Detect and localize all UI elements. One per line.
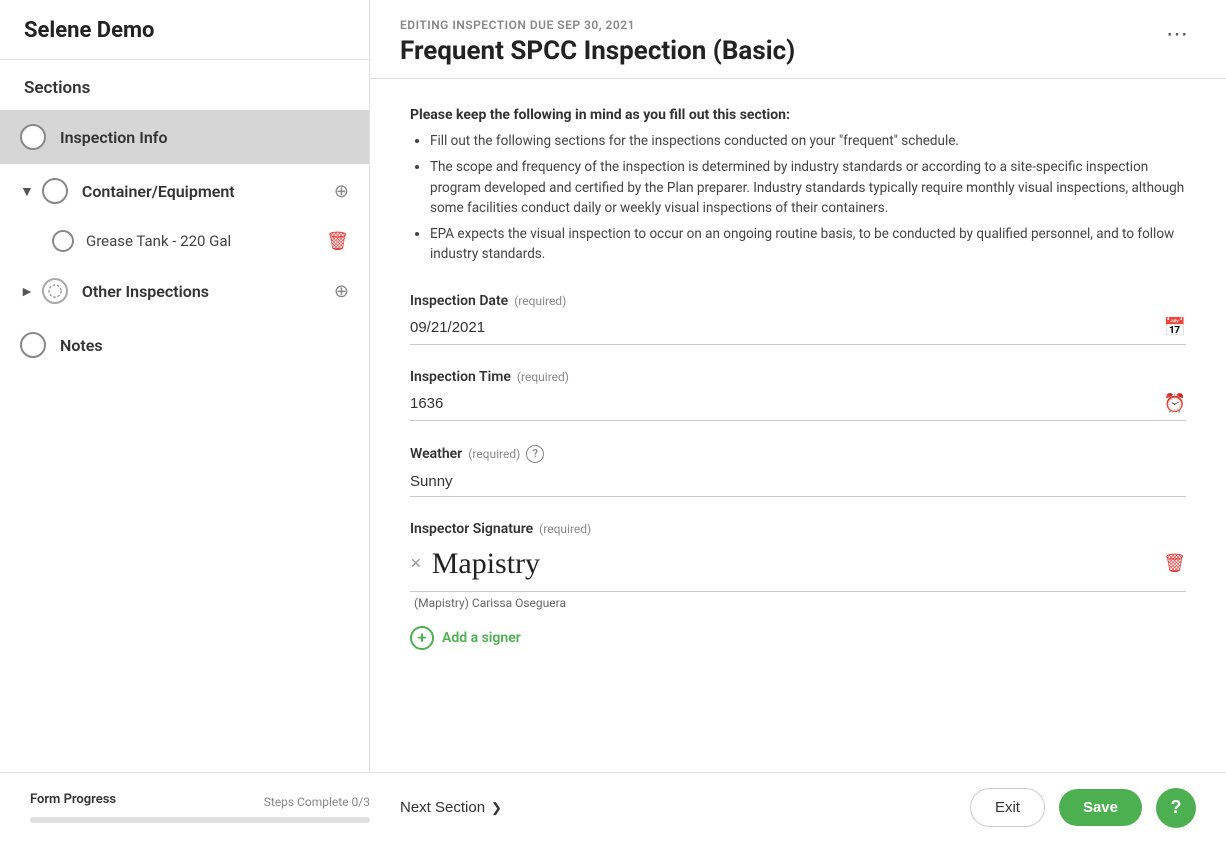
weather-input[interactable] (410, 469, 1186, 497)
instructions-list: Fill out the following sections for the … (410, 131, 1186, 265)
footer: Form Progress Steps Complete 0/3 Next Se… (0, 772, 1226, 842)
instructions-bold: Please keep the following in mind as you… (410, 107, 1186, 123)
sidebar-subitem-grease-tank[interactable]: Grease Tank - 220 Gal 🗑 (0, 218, 369, 264)
add-container-icon[interactable]: ⊕ (334, 181, 349, 202)
check-icon (48, 284, 62, 298)
instruction-item-1: Fill out the following sections for the … (430, 131, 1186, 151)
sidebar-item-inspection-info[interactable]: Inspection Info (0, 110, 369, 164)
weather-help-icon[interactable]: ? (526, 445, 544, 463)
footer-left: Form Progress Steps Complete 0/3 (30, 792, 400, 823)
save-button[interactable]: Save (1059, 789, 1142, 826)
sidebar-label-grease-tank: Grease Tank - 220 Gal (86, 232, 326, 250)
instruction-item-3: EPA expects the visual inspection to occ… (430, 224, 1186, 265)
sections-label: Sections (0, 60, 369, 110)
sidebar-circle-grease-tank (52, 230, 74, 252)
inspection-date-input[interactable] (410, 315, 1164, 340)
instructions-box: Please keep the following in mind as you… (410, 107, 1186, 265)
inspection-date-field: Inspection Date (required) 📅 (410, 293, 1186, 345)
inspector-signature-required: (required) (539, 522, 591, 536)
page-title: Frequent SPCC Inspection (Basic) (400, 36, 795, 66)
inspection-time-input-wrap: ⏰ (410, 391, 1186, 421)
inspection-date-required: (required) (514, 294, 566, 308)
inspection-time-required: (required) (517, 370, 569, 384)
chevron-right-icon: ► (20, 283, 34, 300)
signature-row: ✕ Mapistry 🗑 (410, 543, 1186, 592)
progress-bar (30, 817, 370, 823)
sidebar-circle-container (42, 178, 68, 204)
signature-image: Mapistry (432, 543, 1163, 585)
chevron-down-icon: ▼ (20, 183, 34, 200)
editing-label: EDITING INSPECTION DUE SEP 30, 2021 (400, 18, 795, 32)
content-area: Please keep the following in mind as you… (370, 79, 1226, 772)
more-options-button[interactable]: ⋯ (1158, 18, 1196, 51)
weather-required: (required) (468, 447, 520, 461)
sidebar-item-container-equipment[interactable]: ▼ Container/Equipment ⊕ (0, 164, 369, 218)
exit-button[interactable]: Exit (970, 788, 1045, 827)
clock-icon[interactable]: ⏰ (1164, 393, 1186, 414)
calendar-icon[interactable]: 📅 (1164, 317, 1186, 338)
inspector-signature-label: Inspector Signature (required) (410, 521, 1186, 537)
next-section-label: Next Section (400, 799, 485, 816)
next-section-button[interactable]: Next Section ❯ (400, 799, 502, 816)
footer-actions: Exit Save ? (970, 788, 1196, 828)
sidebar-circle-notes (20, 332, 46, 358)
signature-x-mark: ✕ (410, 556, 422, 572)
add-other-icon[interactable]: ⊕ (334, 281, 349, 302)
sidebar-circle-inspection-info (20, 124, 46, 150)
instruction-item-2: The scope and frequency of the inspectio… (430, 157, 1186, 218)
form-progress-label: Form Progress (30, 792, 116, 807)
add-signer-plus-icon: + (410, 626, 434, 650)
inspection-date-label: Inspection Date (required) (410, 293, 1186, 309)
weather-field: Weather (required) ? (410, 445, 1186, 497)
steps-complete-label: Steps Complete 0/3 (264, 795, 370, 809)
header: EDITING INSPECTION DUE SEP 30, 2021 Freq… (370, 0, 1226, 79)
sidebar-label-notes: Notes (60, 336, 349, 355)
inspection-time-label: Inspection Time (required) (410, 369, 1186, 385)
weather-label: Weather (required) ? (410, 445, 1186, 463)
help-button[interactable]: ? (1156, 788, 1196, 828)
inspection-date-input-wrap: 📅 (410, 315, 1186, 345)
progress-bar-fill (30, 817, 98, 823)
inspection-time-field: Inspection Time (required) ⏰ (410, 369, 1186, 421)
sidebar-label-container: Container/Equipment (82, 182, 334, 201)
app-title: Selene Demo (0, 0, 369, 60)
sidebar-label-other: Other Inspections (82, 282, 334, 301)
inspector-signature-field: Inspector Signature (required) ✕ Mapistr… (410, 521, 1186, 650)
footer-right: Next Section ❯ Exit Save ? (400, 788, 1196, 828)
sidebar-item-notes[interactable]: Notes (0, 318, 369, 372)
add-signer-button[interactable]: + Add a signer (410, 626, 1186, 650)
sidebar-label-inspection-info: Inspection Info (60, 128, 349, 147)
sidebar-circle-other (42, 278, 68, 304)
delete-signature-icon[interactable]: 🗑 (1163, 553, 1186, 574)
chevron-right-icon: ❯ (491, 800, 502, 816)
sidebar-item-other-inspections[interactable]: ► Other Inspections ⊕ (0, 264, 369, 318)
inspection-time-input[interactable] (410, 391, 1164, 416)
signature-name: (Mapistry) Carissa Oseguera (414, 596, 1186, 610)
delete-grease-tank-icon[interactable]: 🗑 (326, 231, 349, 252)
add-signer-label: Add a signer (442, 630, 521, 646)
